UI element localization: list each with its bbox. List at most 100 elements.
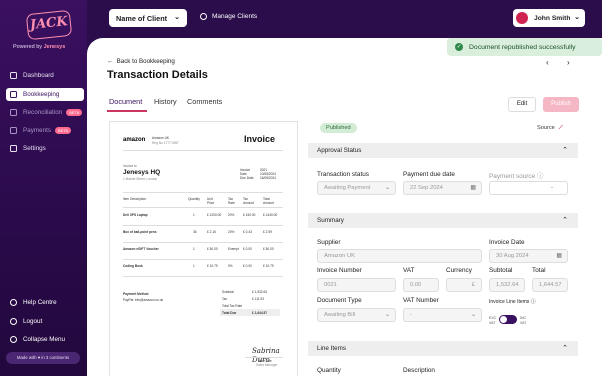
client-select[interactable]: Name of Client ⌄	[109, 9, 187, 27]
amazon-logo: amazon	[123, 137, 146, 143]
main-panel: ← Back to Bookkeeping Transaction Detail…	[87, 38, 602, 376]
table-cell: £ 50.00	[263, 247, 274, 251]
document-preview[interactable]: amazon Amazon UK Reg No 1777 0987 Invoic…	[109, 121, 298, 376]
table-cell: £ 2.59	[263, 230, 272, 234]
vat-number-select[interactable]: - ⌄	[403, 308, 482, 322]
logout-link[interactable]: Logout	[10, 318, 42, 325]
table-cell: 0%	[228, 264, 233, 268]
table-cell: £ 1440.00	[263, 213, 278, 217]
chevron-down-icon: ⌄	[470, 312, 476, 318]
publish-button[interactable]: Publish	[543, 97, 579, 112]
jenesys-logo: Jenesys	[43, 44, 66, 50]
paypal-line: PayPal: info@amazon.co.uk	[123, 298, 164, 302]
vat-toggle[interactable]	[499, 315, 517, 324]
subtotal-field[interactable]: 1,532.64	[489, 278, 525, 292]
totals-cell: £ 1,532.64	[252, 290, 268, 294]
invoice-date-field[interactable]: 30 Aug 2024 ▦	[489, 249, 568, 263]
exc-vat-label: EXC VAT	[489, 316, 497, 325]
approval-status-header[interactable]: Approval Status ⌃	[308, 143, 578, 158]
summary-header[interactable]: Summary ⌃	[308, 213, 578, 228]
info-icon: ⓘ	[530, 299, 536, 305]
row-divider	[123, 259, 283, 260]
jack-logo[interactable]: JACK	[25, 9, 73, 41]
sidebar-item-settings[interactable]: Settings	[6, 142, 84, 155]
table-cell: 1	[193, 213, 195, 217]
vat-field[interactable]: 0.00	[403, 278, 439, 292]
description-label: Description	[403, 367, 435, 374]
quantity-label: Quantity	[317, 367, 341, 374]
totals-cell: Subtotal	[222, 290, 234, 294]
vat-number-label: VAT Number	[403, 297, 439, 304]
document-type-select[interactable]: Awaiting Bill ⌄	[317, 308, 396, 322]
user-menu[interactable]: John Smith ⌄	[513, 9, 585, 27]
transaction-status-select[interactable]: Awaiting Payment ⌄	[317, 181, 396, 195]
tab-document[interactable]: Document	[109, 97, 142, 106]
sidebar-item-dashboard[interactable]: Dashboard	[6, 69, 84, 82]
payment-source-select[interactable]: -	[489, 181, 568, 195]
invoice-number-field[interactable]: 0021	[317, 278, 396, 292]
collapse-icon	[10, 336, 17, 343]
divider	[123, 207, 283, 208]
edit-button[interactable]: Edit	[508, 97, 536, 112]
table-cell: £ 10.79	[263, 264, 274, 268]
invoice-heading: Invoice	[244, 134, 276, 144]
table-cell: Exempt	[228, 247, 239, 251]
line-items-header[interactable]: Line Items ⌃	[308, 341, 578, 356]
grid-icon	[10, 72, 17, 79]
table-cell: £ 0.00	[243, 264, 252, 268]
chevron-down-icon: ⌄	[574, 14, 580, 21]
totals-cell: Total Tax Rate	[222, 304, 243, 308]
totals-cell: Tax	[222, 297, 227, 301]
top-bar: Name of Client ⌄ Manage Clients John Smit…	[87, 0, 602, 38]
payment-due-date-field[interactable]: 22 Sep 2024 ▦	[403, 181, 482, 195]
collapse-menu-button[interactable]: Collapse Menu	[10, 336, 65, 343]
details-panel: Published Source ⟋ Approval Status ⌃ Trans…	[308, 121, 578, 376]
calendar-icon: ▦	[470, 185, 476, 191]
line-items-toggle-label: Invoice Line Items ⓘ	[489, 299, 536, 305]
back-link[interactable]: ← Back to Bookkeeping	[107, 58, 175, 65]
payment-source-label: Payment source ⓘ	[489, 173, 544, 180]
powered-by: Powered by Jenesys	[13, 44, 66, 50]
help-centre-link[interactable]: Help Centre	[10, 299, 57, 306]
made-with-badge: Made with ♥ in 3 continents	[6, 352, 80, 364]
inc-vat-label: INC VAT	[520, 316, 527, 325]
supplier-label: Supplier	[317, 239, 341, 246]
swap-icon	[10, 109, 17, 116]
table-cell: 20%	[228, 213, 235, 217]
help-icon	[10, 299, 17, 306]
meta-values: 0021 10/08/2024 16/08/2024	[260, 168, 276, 180]
payment-due-label: Payment due date	[403, 171, 455, 178]
sidebar-item-payments[interactable]: Payments BETA	[6, 124, 84, 137]
table-cell: £ 50.00	[207, 247, 218, 251]
payment-method: Payment Method	[123, 292, 149, 296]
table-cell: 1	[193, 247, 195, 251]
success-toast: ✓ Document republished successfully	[447, 38, 602, 56]
currency-label: Currency	[446, 267, 472, 274]
invoice-number-label: Invoice Number	[317, 267, 362, 274]
subtotal-label: Subtotal	[489, 267, 513, 274]
row-divider	[123, 242, 283, 243]
currency-field[interactable]: £	[446, 278, 482, 292]
sidebar-item-bookkeeping[interactable]: Bookkeeping	[6, 88, 84, 101]
prev-icon[interactable]: ‹	[546, 58, 549, 67]
calendar-icon: ▦	[556, 253, 562, 259]
table-cell: £ 10.79	[207, 264, 218, 268]
tab-comments[interactable]: Comments	[187, 97, 222, 106]
next-icon[interactable]: ›	[567, 58, 570, 67]
total-field[interactable]: 1,644.57	[532, 278, 568, 292]
book-icon	[10, 91, 17, 98]
totals-cell: Total Due	[222, 311, 237, 315]
source-indicator: Source ⟋	[537, 125, 563, 131]
chevron-down-icon: ⌄	[384, 312, 390, 318]
tab-history[interactable]: History	[154, 97, 177, 106]
sidebar-item-reconciliation[interactable]: Reconciliation BETA	[6, 106, 84, 119]
invoice-date-label: Invoice Date	[489, 239, 525, 246]
totals-cell: £ 1,644.57	[252, 311, 268, 315]
supplier-field[interactable]: Amazon UK	[317, 249, 482, 263]
invoice-to-name: Jenesys HQ	[123, 169, 161, 176]
totals-cell: £ 111.93	[252, 297, 264, 301]
table-cell: £ 2.16	[207, 230, 216, 234]
manage-clients-link[interactable]: Manage Clients	[200, 13, 257, 20]
invoice-to-label: Invoice to	[123, 164, 137, 168]
globe-icon	[200, 13, 207, 20]
